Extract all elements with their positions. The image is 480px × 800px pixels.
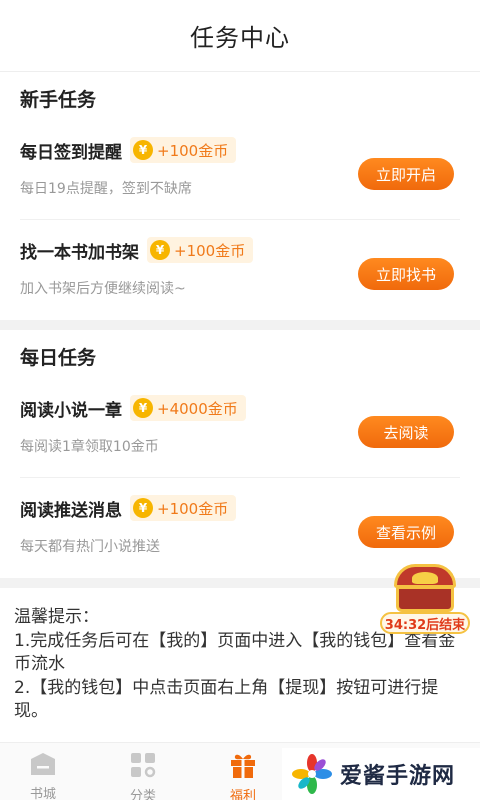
reward-text: +100金币: [174, 241, 246, 260]
task-description: 每天都有热门小说推送: [20, 539, 160, 555]
coin-icon: ¥: [133, 398, 153, 418]
pinwheel-logo-icon: [292, 754, 332, 794]
coin-icon: ¥: [150, 240, 170, 260]
promo-countdown: 34:32后结束: [380, 612, 470, 634]
task-description: 每阅读1章领取10金币: [20, 439, 159, 455]
nav-item-category[interactable]: 分类: [93, 743, 193, 800]
tips-line-1: 1.完成任务后可在【我的】页面中进入【我的钱包】查看金币流水: [14, 630, 456, 675]
task-name: 每日签到提醒: [20, 142, 122, 163]
watermark-logo: 爱酱手游网: [282, 748, 480, 800]
watermark-text: 爱酱手游网: [340, 764, 456, 789]
task-name: 阅读小说一章: [20, 400, 122, 421]
treasure-chest-icon: [394, 564, 456, 612]
section-newbie-tasks: 新手任务 每日签到提醒 ¥ +100金币 每日19点提醒，签到不缺席 立即开启 …: [0, 72, 480, 320]
find-book-button[interactable]: 立即找书: [358, 258, 454, 290]
task-description: 加入书架后方便继续阅读~: [20, 281, 186, 297]
reward-badge: ¥ +4000金币: [130, 395, 246, 421]
page-title: 任务中心: [190, 24, 290, 52]
treasure-chest-promo[interactable]: 34:32后结束: [380, 564, 470, 634]
enable-reminder-button[interactable]: 立即开启: [358, 158, 454, 190]
task-row: 阅读推送消息 ¥ +100金币 每天都有热门小说推送 查看示例: [20, 478, 460, 578]
reward-text: +100金币: [157, 141, 229, 160]
bookstore-icon: [29, 751, 57, 777]
go-read-button[interactable]: 去阅读: [358, 416, 454, 448]
coin-icon: ¥: [133, 498, 153, 518]
app-header: 任务中心: [0, 0, 480, 72]
reward-badge: ¥ +100金币: [130, 495, 237, 521]
task-row: 找一本书加书架 ¥ +100金币 加入书架后方便继续阅读~ 立即找书: [20, 220, 460, 320]
nav-item-welfare[interactable]: 福利: [193, 743, 293, 800]
nav-item-bookstore[interactable]: 书城: [0, 743, 93, 800]
reward-text: +4000金币: [157, 399, 238, 418]
task-description: 每日19点提醒，签到不缺席: [20, 181, 192, 197]
reward-badge: ¥ +100金币: [147, 237, 254, 263]
task-row: 阅读小说一章 ¥ +4000金币 每阅读1章领取10金币 去阅读: [20, 378, 460, 478]
section-daily-tasks: 每日任务 阅读小说一章 ¥ +4000金币 每阅读1章领取10金币 去阅读 阅读…: [0, 330, 480, 578]
task-row: 每日签到提醒 ¥ +100金币 每日19点提醒，签到不缺席 立即开启: [20, 120, 460, 220]
view-example-button[interactable]: 查看示例: [358, 516, 454, 548]
nav-label: 福利: [229, 789, 256, 800]
reward-text: +100金币: [157, 499, 229, 518]
section-title: 新手任务: [20, 89, 97, 111]
reward-badge: ¥ +100金币: [130, 137, 237, 163]
section-divider: [0, 320, 480, 330]
nav-label: 分类: [129, 789, 156, 800]
tips-line-2: 2.【我的钱包】中点击页面右上角【提现】按钮可进行提现。: [14, 677, 439, 722]
task-name: 找一本书加书架: [20, 242, 139, 263]
section-title: 每日任务: [20, 347, 97, 369]
category-grid-icon: [129, 751, 157, 779]
nav-label: 书城: [29, 787, 56, 800]
task-name: 阅读推送消息: [20, 500, 122, 521]
gift-icon: [229, 751, 257, 779]
coin-icon: ¥: [133, 140, 153, 160]
